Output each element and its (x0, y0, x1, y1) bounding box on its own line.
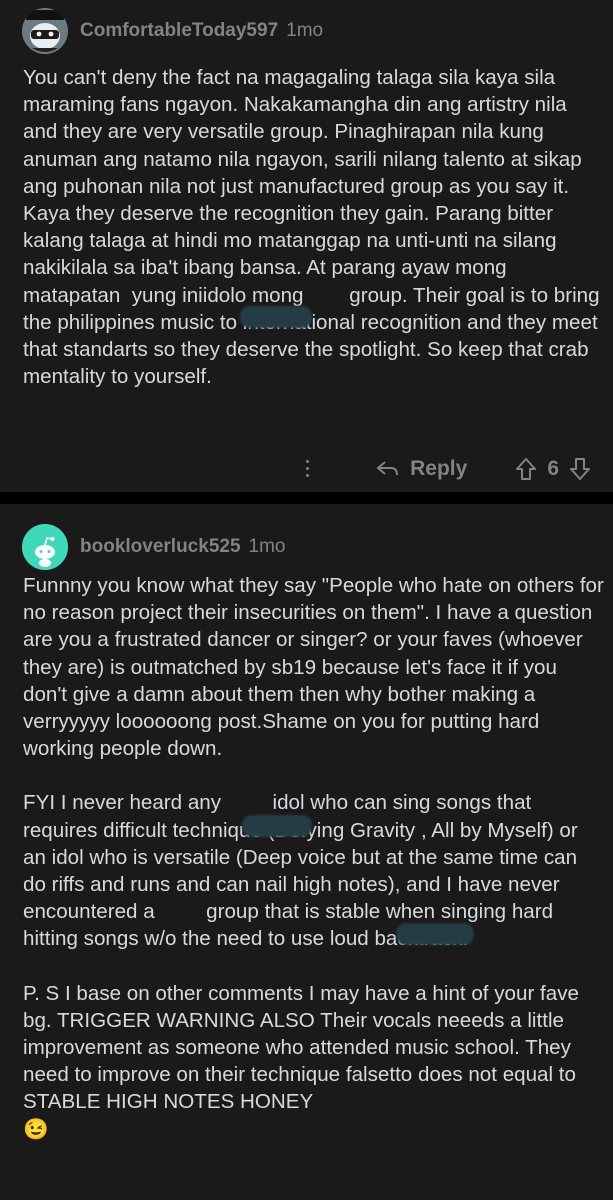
avatar[interactable] (22, 8, 68, 54)
username[interactable]: ComfortableToday597 (80, 20, 278, 42)
comment-paragraph: FYI I never heard any idol who can sing … (23, 791, 578, 951)
comment-text: You can't deny the fact na magagaling ta… (23, 66, 600, 389)
redaction-mark (242, 815, 312, 837)
snoo-avatar-icon (22, 8, 68, 54)
downvote-icon[interactable] (569, 457, 591, 481)
reply-arrow-icon (376, 461, 399, 476)
comment-actions: Reply 6 (376, 452, 591, 486)
comment-paragraph: P. S I base on other comments I may have… (23, 981, 585, 1114)
more-options-icon[interactable] (300, 452, 316, 486)
redaction-mark (396, 923, 474, 945)
reply-label: Reply (410, 457, 468, 480)
comment-header: ComfortableToday597 1mo (22, 8, 323, 54)
reply-button[interactable]: Reply (376, 457, 467, 481)
snoo-avatar-icon (22, 524, 68, 570)
comment-2: bookloverluck525 1mo Funnny you know wha… (0, 504, 613, 1200)
comment-header: bookloverluck525 1mo (22, 524, 286, 570)
username[interactable]: bookloverluck525 (80, 536, 241, 558)
comment-body: You can't deny the fact na magagaling ta… (23, 64, 605, 417)
wink-emoji: 😉 (23, 1117, 49, 1141)
avatar[interactable] (22, 524, 68, 570)
vote-count: 6 (547, 457, 559, 480)
comment-paragraph: Funnny you know what they say "People wh… (23, 574, 610, 761)
upvote-icon[interactable] (515, 457, 537, 481)
timestamp: 1mo (248, 536, 286, 557)
comment-divider (0, 492, 613, 504)
comment-body: Funnny you know what they say "People wh… (23, 572, 605, 1143)
redaction-mark (240, 306, 312, 328)
timestamp: 1mo (286, 20, 324, 41)
comment-1: ComfortableToday597 1mo You can't deny t… (0, 0, 613, 492)
